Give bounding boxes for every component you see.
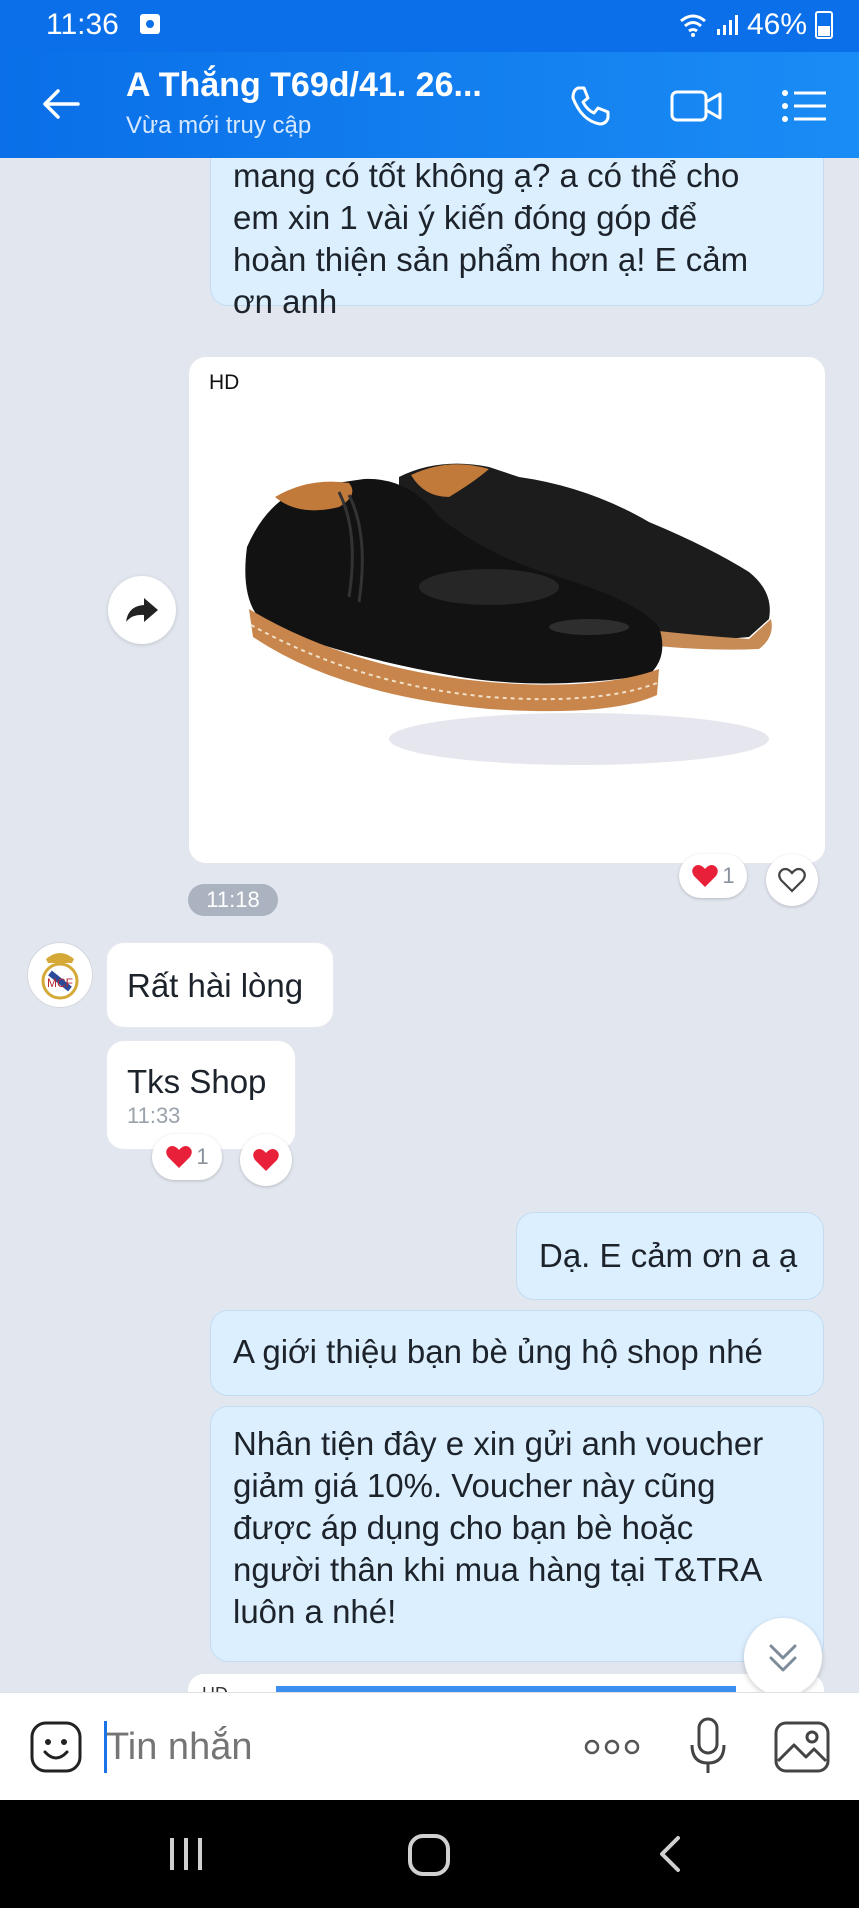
phone-call-icon[interactable] bbox=[562, 78, 618, 134]
message-line: luôn a nhé! bbox=[233, 1593, 397, 1630]
heart-reaction-count[interactable]: 1 bbox=[152, 1134, 222, 1180]
contact-name[interactable]: A Thắng T69d/41. 26... bbox=[126, 66, 482, 105]
reaction-count: 1 bbox=[196, 1144, 209, 1169]
add-reaction-button[interactable] bbox=[766, 854, 818, 906]
recent-apps-icon[interactable] bbox=[166, 1834, 206, 1874]
svg-text:MCF: MCF bbox=[47, 976, 73, 990]
shoe-photo bbox=[245, 463, 772, 765]
club-crest-icon: MCF bbox=[41, 953, 79, 1000]
reaction-count: 1 bbox=[722, 863, 735, 888]
outgoing-message-bubble[interactable]: Nhân tiện đây e xin gửi anh voucher giảm… bbox=[210, 1406, 824, 1662]
message-line: giảm giá 10%. Voucher này cũng bbox=[233, 1467, 716, 1504]
heart-reaction-count[interactable]: 1 bbox=[679, 854, 747, 898]
sticker-emoji-icon[interactable] bbox=[28, 1719, 84, 1775]
message-line: Nhân tiện đây e xin gửi anh voucher bbox=[233, 1425, 764, 1462]
notification-icon bbox=[140, 14, 160, 34]
heart-icon bbox=[692, 865, 719, 887]
battery-percent: 46% bbox=[746, 8, 807, 41]
back-nav-icon[interactable] bbox=[650, 1834, 690, 1874]
microphone-icon[interactable] bbox=[684, 1715, 732, 1779]
time-separator: 11:18 bbox=[188, 884, 278, 916]
more-options-icon[interactable] bbox=[582, 1729, 642, 1765]
forward-share-icon[interactable] bbox=[108, 576, 176, 644]
incoming-message-bubble[interactable]: Rất hài lòng bbox=[106, 942, 334, 1028]
message-input[interactable] bbox=[104, 1715, 548, 1779]
message-line: em xin 1 vài ý kiến đóng góp để bbox=[233, 199, 698, 236]
status-time: 11:36 bbox=[46, 8, 119, 41]
home-icon[interactable] bbox=[406, 1832, 452, 1878]
message-line: người thân khi mua hàng tại T&TRA bbox=[233, 1551, 763, 1588]
back-arrow-icon[interactable] bbox=[34, 76, 90, 132]
message-time: 11:33 bbox=[127, 1103, 181, 1128]
message-text: Tks Shop bbox=[127, 1063, 267, 1100]
message-text: A giới thiệu bạn bè ủng hộ shop nhé bbox=[233, 1333, 763, 1370]
gallery-image-icon[interactable] bbox=[772, 1719, 832, 1775]
video-call-icon[interactable] bbox=[668, 78, 724, 134]
outgoing-message-bubble[interactable]: A giới thiệu bạn bè ủng hộ shop nhé bbox=[210, 1310, 824, 1396]
last-seen-status: Vừa mới truy cập bbox=[126, 112, 312, 139]
heart-icon bbox=[253, 1149, 279, 1171]
outgoing-message-bubble[interactable]: mang có tốt không ạ? a có thể cho em xin… bbox=[210, 158, 824, 320]
wifi-icon bbox=[679, 14, 706, 37]
heart-icon bbox=[166, 1146, 193, 1168]
hd-badge: HD bbox=[209, 371, 240, 394]
chat-header: A Thắng T69d/41. 26... Vừa mới truy cập bbox=[0, 52, 859, 158]
partial-image-message[interactable]: HD bbox=[188, 1674, 824, 1692]
signal-icon bbox=[716, 15, 738, 35]
hd-badge: HD bbox=[202, 1684, 228, 1692]
message-line: mang có tốt không ạ? a có thể cho bbox=[233, 158, 740, 194]
message-line: được áp dụng cho bạn bè hoặc bbox=[233, 1509, 694, 1546]
chat-area[interactable]: mang có tốt không ạ? a có thể cho em xin… bbox=[0, 158, 859, 1692]
contact-avatar[interactable]: MCF bbox=[27, 942, 93, 1008]
message-input-bar bbox=[0, 1692, 859, 1801]
add-reaction-button[interactable] bbox=[240, 1134, 292, 1186]
message-line: hoàn thiện sản phẩm hơn ạ! E cảm bbox=[233, 241, 749, 278]
status-bar: 11:36 46% bbox=[0, 0, 859, 52]
message-text: Rất hài lòng bbox=[127, 967, 304, 1004]
message-text: Dạ. E cảm ơn a ạ bbox=[539, 1237, 798, 1274]
heart-outline-icon bbox=[778, 867, 806, 893]
system-navigation-bar bbox=[0, 1800, 859, 1908]
menu-list-icon[interactable] bbox=[776, 78, 832, 134]
shoe-image-message[interactable]: HD bbox=[188, 356, 826, 864]
message-line: ơn anh bbox=[233, 283, 338, 320]
status-right: 46% bbox=[679, 8, 833, 42]
battery-icon bbox=[815, 11, 833, 39]
outgoing-message-bubble[interactable]: Dạ. E cảm ơn a ạ bbox=[516, 1212, 824, 1300]
scroll-down-icon[interactable] bbox=[744, 1618, 822, 1692]
